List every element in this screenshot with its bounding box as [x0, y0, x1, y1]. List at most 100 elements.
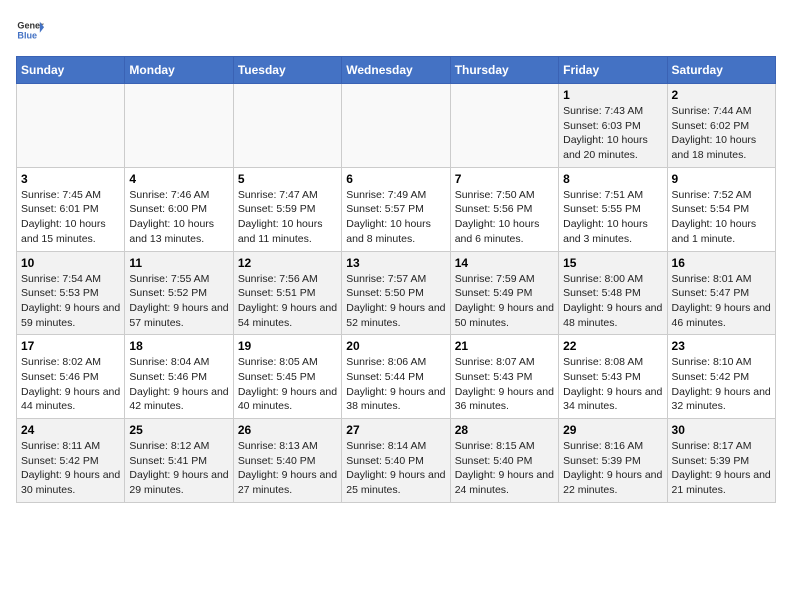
- calendar-cell: 28 Sunrise: 8:15 AM Sunset: 5:40 PM Dayli…: [450, 419, 558, 503]
- calendar-cell: 30Sunrise: 8:17 AM Sunset: 5:39 PM Dayli…: [667, 419, 775, 503]
- weekday-header-thursday: Thursday: [450, 57, 558, 84]
- calendar-cell: 5Sunrise: 7:47 AM Sunset: 5:59 PM Daylig…: [233, 167, 341, 251]
- calendar-cell: 19 Sunrise: 8:05 AM Sunset: 5:45 PM Dayli…: [233, 335, 341, 419]
- day-info: Sunrise: 7:51 AM Sunset: 5:55 PM Dayligh…: [563, 188, 662, 247]
- day-info: Sunrise: 8:08 AM Sunset: 5:43 PM Dayligh…: [563, 355, 662, 414]
- day-info: Sunrise: 8:12 AM Sunset: 5:41 PM Dayligh…: [129, 439, 228, 498]
- day-number: 24: [21, 423, 120, 437]
- day-info: Sunrise: 8:10 AM Sunset: 5:42 PM Dayligh…: [672, 355, 771, 414]
- day-number: 14: [455, 256, 554, 270]
- calendar-cell: [450, 84, 558, 168]
- calendar-cell: [125, 84, 233, 168]
- weekday-header-wednesday: Wednesday: [342, 57, 450, 84]
- day-info: Sunrise: 7:50 AM Sunset: 5:56 PM Dayligh…: [455, 188, 554, 247]
- day-number: 28: [455, 423, 554, 437]
- day-number: 6: [346, 172, 445, 186]
- calendar-cell: [17, 84, 125, 168]
- day-number: 25: [129, 423, 228, 437]
- calendar-cell: 9Sunrise: 7:52 AM Sunset: 5:54 PM Daylig…: [667, 167, 775, 251]
- calendar-cell: 27 Sunrise: 8:14 AM Sunset: 5:40 PM Dayli…: [342, 419, 450, 503]
- day-info: Sunrise: 7:59 AM Sunset: 5:49 PM Dayligh…: [455, 272, 554, 331]
- day-number: 1: [563, 88, 662, 102]
- day-number: 4: [129, 172, 228, 186]
- day-info: Sunrise: 8:17 AM Sunset: 5:39 PM Dayligh…: [672, 439, 771, 498]
- page-header: General Blue: [16, 16, 776, 44]
- day-info: Sunrise: 8:14 AM Sunset: 5:40 PM Dayligh…: [346, 439, 445, 498]
- day-number: 7: [455, 172, 554, 186]
- calendar-cell: 17 Sunrise: 8:02 AM Sunset: 5:46 PM Dayli…: [17, 335, 125, 419]
- calendar-cell: 14 Sunrise: 7:59 AM Sunset: 5:49 PM Dayli…: [450, 251, 558, 335]
- calendar-cell: 12 Sunrise: 7:56 AM Sunset: 5:51 PM Dayli…: [233, 251, 341, 335]
- day-info: Sunrise: 7:49 AM Sunset: 5:57 PM Dayligh…: [346, 188, 445, 247]
- day-number: 13: [346, 256, 445, 270]
- day-info: Sunrise: 8:07 AM Sunset: 5:43 PM Dayligh…: [455, 355, 554, 414]
- day-info: Sunrise: 7:44 AM Sunset: 6:02 PM Dayligh…: [672, 104, 771, 163]
- day-number: 17: [21, 339, 120, 353]
- logo-icon: General Blue: [16, 16, 44, 44]
- calendar-cell: 10 Sunrise: 7:54 AM Sunset: 5:53 PM Dayli…: [17, 251, 125, 335]
- calendar-cell: 1 Sunrise: 7:43 AM Sunset: 6:03 PM Daylig…: [559, 84, 667, 168]
- day-info: Sunrise: 8:16 AM Sunset: 5:39 PM Dayligh…: [563, 439, 662, 498]
- day-number: 8: [563, 172, 662, 186]
- calendar-cell: 20Sunrise: 8:06 AM Sunset: 5:44 PM Dayli…: [342, 335, 450, 419]
- calendar-cell: [342, 84, 450, 168]
- day-number: 19: [238, 339, 337, 353]
- day-number: 10: [21, 256, 120, 270]
- weekday-header-tuesday: Tuesday: [233, 57, 341, 84]
- day-info: Sunrise: 8:05 AM Sunset: 5:45 PM Dayligh…: [238, 355, 337, 414]
- calendar-cell: 15 Sunrise: 8:00 AM Sunset: 5:48 PM Dayli…: [559, 251, 667, 335]
- day-info: Sunrise: 8:01 AM Sunset: 5:47 PM Dayligh…: [672, 272, 771, 331]
- calendar-cell: 24 Sunrise: 8:11 AM Sunset: 5:42 PM Dayli…: [17, 419, 125, 503]
- calendar-cell: 22 Sunrise: 8:08 AM Sunset: 5:43 PM Dayli…: [559, 335, 667, 419]
- day-info: Sunrise: 7:56 AM Sunset: 5:51 PM Dayligh…: [238, 272, 337, 331]
- day-info: Sunrise: 7:52 AM Sunset: 5:54 PM Dayligh…: [672, 188, 771, 247]
- day-info: Sunrise: 8:06 AM Sunset: 5:44 PM Dayligh…: [346, 355, 445, 414]
- day-number: 23: [672, 339, 771, 353]
- day-info: Sunrise: 8:11 AM Sunset: 5:42 PM Dayligh…: [21, 439, 120, 498]
- calendar-cell: 25 Sunrise: 8:12 AM Sunset: 5:41 PM Dayli…: [125, 419, 233, 503]
- calendar-cell: 21 Sunrise: 8:07 AM Sunset: 5:43 PM Dayli…: [450, 335, 558, 419]
- day-number: 15: [563, 256, 662, 270]
- calendar-cell: 8 Sunrise: 7:51 AM Sunset: 5:55 PM Daylig…: [559, 167, 667, 251]
- day-number: 3: [21, 172, 120, 186]
- day-number: 21: [455, 339, 554, 353]
- calendar-cell: 26Sunrise: 8:13 AM Sunset: 5:40 PM Dayli…: [233, 419, 341, 503]
- day-info: Sunrise: 7:46 AM Sunset: 6:00 PM Dayligh…: [129, 188, 228, 247]
- day-number: 16: [672, 256, 771, 270]
- day-info: Sunrise: 7:45 AM Sunset: 6:01 PM Dayligh…: [21, 188, 120, 247]
- day-number: 2: [672, 88, 771, 102]
- day-info: Sunrise: 8:04 AM Sunset: 5:46 PM Dayligh…: [129, 355, 228, 414]
- weekday-header-sunday: Sunday: [17, 57, 125, 84]
- calendar-cell: 16 Sunrise: 8:01 AM Sunset: 5:47 PM Dayli…: [667, 251, 775, 335]
- calendar-cell: 29Sunrise: 8:16 AM Sunset: 5:39 PM Dayli…: [559, 419, 667, 503]
- calendar-cell: 7 Sunrise: 7:50 AM Sunset: 5:56 PM Daylig…: [450, 167, 558, 251]
- day-number: 12: [238, 256, 337, 270]
- weekday-header-monday: Monday: [125, 57, 233, 84]
- calendar-cell: [233, 84, 341, 168]
- calendar-table: SundayMondayTuesdayWednesdayThursdayFrid…: [16, 56, 776, 503]
- day-info: Sunrise: 7:57 AM Sunset: 5:50 PM Dayligh…: [346, 272, 445, 331]
- day-number: 5: [238, 172, 337, 186]
- day-info: Sunrise: 8:15 AM Sunset: 5:40 PM Dayligh…: [455, 439, 554, 498]
- day-info: Sunrise: 7:55 AM Sunset: 5:52 PM Dayligh…: [129, 272, 228, 331]
- svg-text:Blue: Blue: [17, 30, 37, 40]
- day-info: Sunrise: 7:43 AM Sunset: 6:03 PM Dayligh…: [563, 104, 662, 163]
- weekday-header-friday: Friday: [559, 57, 667, 84]
- day-number: 11: [129, 256, 228, 270]
- calendar-cell: 18 Sunrise: 8:04 AM Sunset: 5:46 PM Dayli…: [125, 335, 233, 419]
- logo: General Blue: [16, 16, 44, 44]
- calendar-cell: 3 Sunrise: 7:45 AM Sunset: 6:01 PM Daylig…: [17, 167, 125, 251]
- day-number: 27: [346, 423, 445, 437]
- day-info: Sunrise: 7:54 AM Sunset: 5:53 PM Dayligh…: [21, 272, 120, 331]
- day-number: 22: [563, 339, 662, 353]
- day-number: 26: [238, 423, 337, 437]
- calendar-cell: 2 Sunrise: 7:44 AM Sunset: 6:02 PM Daylig…: [667, 84, 775, 168]
- weekday-header-saturday: Saturday: [667, 57, 775, 84]
- calendar-cell: 6 Sunrise: 7:49 AM Sunset: 5:57 PM Daylig…: [342, 167, 450, 251]
- calendar-cell: 4 Sunrise: 7:46 AM Sunset: 6:00 PM Daylig…: [125, 167, 233, 251]
- day-info: Sunrise: 8:02 AM Sunset: 5:46 PM Dayligh…: [21, 355, 120, 414]
- calendar-cell: 11 Sunrise: 7:55 AM Sunset: 5:52 PM Dayli…: [125, 251, 233, 335]
- day-number: 18: [129, 339, 228, 353]
- day-info: Sunrise: 8:00 AM Sunset: 5:48 PM Dayligh…: [563, 272, 662, 331]
- calendar-cell: 13 Sunrise: 7:57 AM Sunset: 5:50 PM Dayli…: [342, 251, 450, 335]
